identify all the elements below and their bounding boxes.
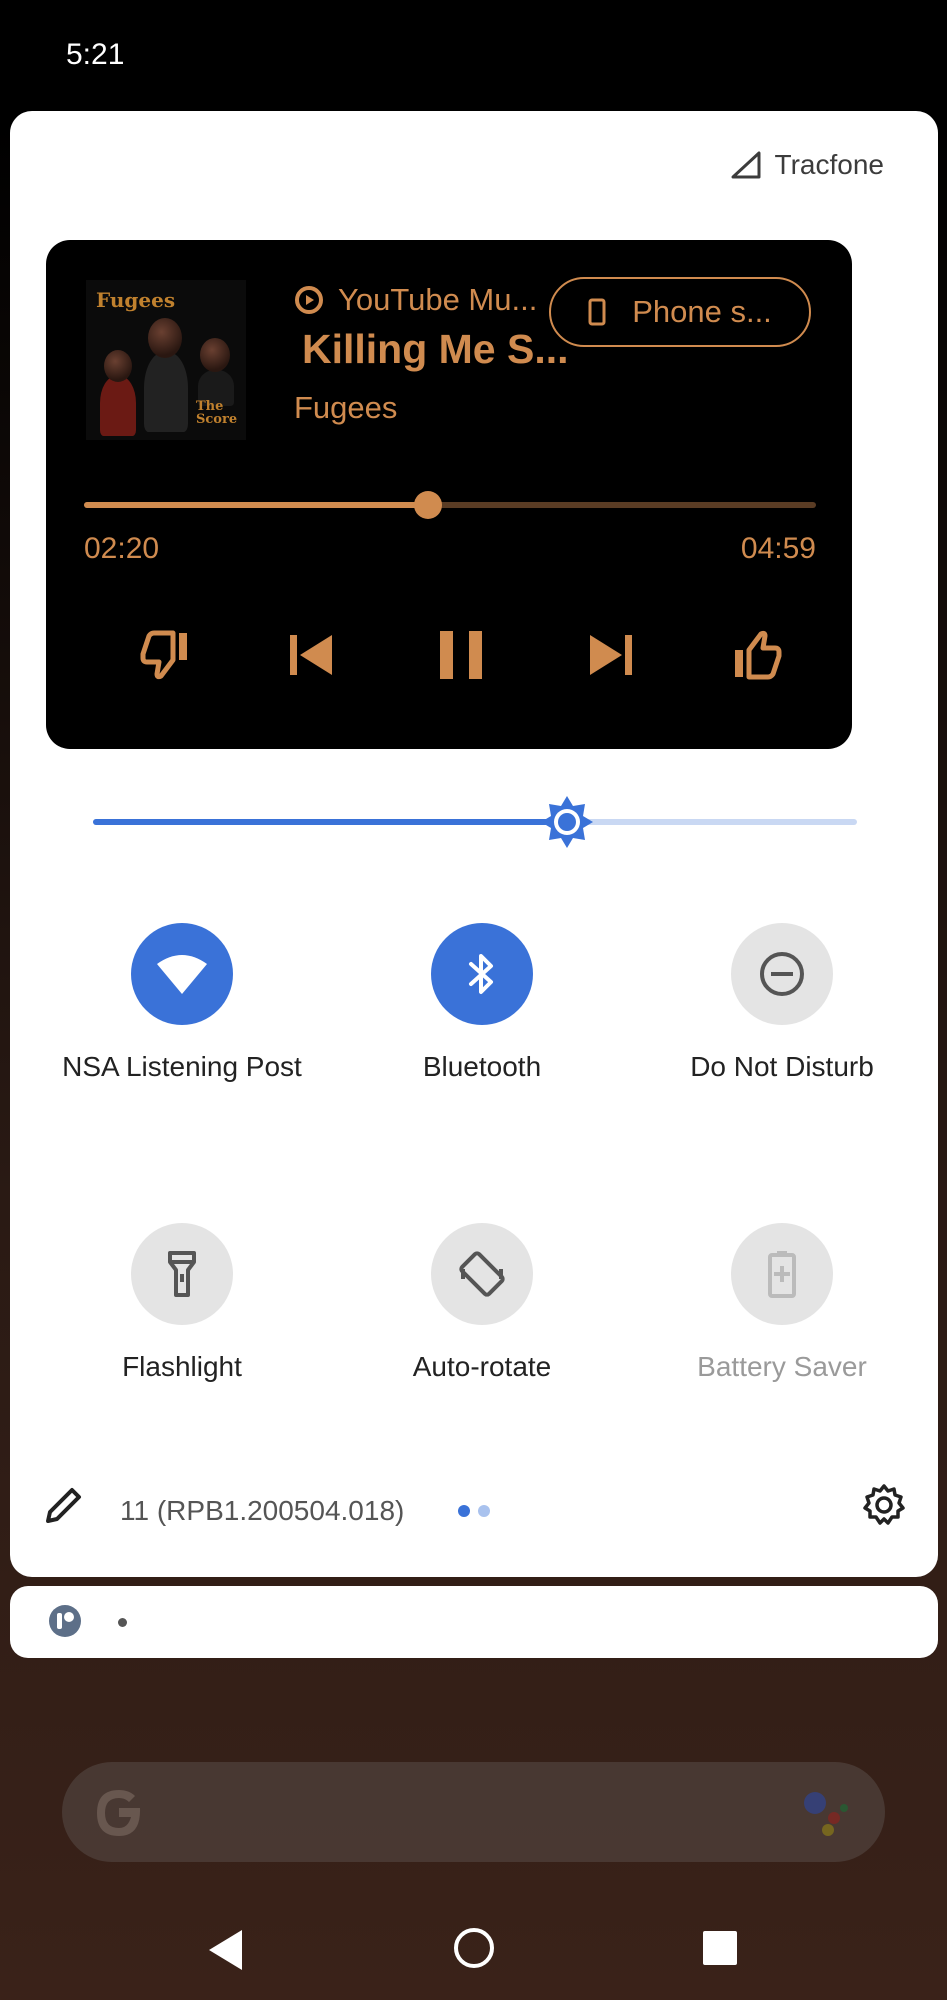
brightness-thumb[interactable] <box>539 794 595 850</box>
back-icon[interactable] <box>206 1928 246 1972</box>
seek-bar-thumb[interactable] <box>414 491 443 519</box>
thumbs-up-icon <box>735 630 782 680</box>
total-time: 04:59 <box>740 532 816 565</box>
battery-saver-icon <box>768 1251 796 1298</box>
assistant-dot <box>822 1824 834 1836</box>
tile-wifi[interactable]: NSA Listening Post <box>32 923 332 1083</box>
status-bar: 5:21 <box>0 0 947 112</box>
build-number: 11 (RPB1.200504.018) <box>120 1495 405 1526</box>
artist-name: Fugees <box>294 390 398 425</box>
page-dot <box>478 1505 490 1517</box>
wifi-icon <box>157 955 207 994</box>
tile-bluetooth-button[interactable] <box>431 923 533 1025</box>
phone-icon <box>588 298 606 326</box>
album-art-figure <box>104 350 132 382</box>
edit-pencil-icon <box>46 1488 81 1523</box>
album-art-figure <box>100 376 136 436</box>
assistant-dot <box>828 1812 840 1824</box>
signal-icon <box>731 151 761 179</box>
brightness-slider-fill <box>93 819 567 825</box>
tile-auto-rotate-button[interactable] <box>431 1223 533 1325</box>
brightness-icon <box>540 796 593 848</box>
album-art-figure <box>200 338 230 372</box>
quick-settings-footer: 11 (RPB1.200504.018) <box>10 1467 938 1557</box>
app-icon <box>49 1605 81 1637</box>
settings-button[interactable] <box>862 1483 906 1532</box>
seek-bar-progress <box>84 502 429 508</box>
output-device-button[interactable]: Phone s... <box>549 277 811 347</box>
album-art: Fugees The Score <box>86 280 246 440</box>
tile-do-not-disturb-label: Do Not Disturb <box>690 1051 874 1082</box>
tile-battery-saver-button[interactable] <box>731 1223 833 1325</box>
page-dot-active <box>458 1505 470 1517</box>
carrier-indicator: Tracfone <box>731 149 884 181</box>
tile-flashlight[interactable]: Flashlight <box>32 1223 332 1383</box>
flashlight-icon <box>168 1251 196 1297</box>
google-g-icon <box>97 1790 141 1836</box>
auto-rotate-icon <box>459 1251 505 1297</box>
pause-icon <box>440 631 482 679</box>
quick-settings-panel: Tracfone Fugees The Score YouTube Mu... … <box>10 111 938 1577</box>
tile-wifi-button[interactable] <box>131 923 233 1025</box>
media-app-name: YouTube Mu... <box>338 282 538 317</box>
youtube-music-icon <box>295 286 323 314</box>
gear-icon <box>863 1484 905 1525</box>
edit-button[interactable] <box>44 1485 84 1530</box>
next-button[interactable] <box>576 620 646 690</box>
thumbs-down-icon <box>140 630 187 680</box>
thumbs-down-button[interactable] <box>131 620 201 690</box>
pause-button[interactable] <box>426 620 496 690</box>
recents-icon[interactable] <box>702 1930 738 1966</box>
notification-row[interactable] <box>10 1586 938 1658</box>
elapsed-time: 02:20 <box>84 532 160 565</box>
previous-button[interactable] <box>276 620 346 690</box>
navigation-bar <box>0 1896 947 2000</box>
bluetooth-icon <box>469 954 493 994</box>
album-art-figure <box>148 318 182 358</box>
song-title: Killing Me S... <box>302 326 569 372</box>
thumbs-up-button[interactable] <box>721 620 791 690</box>
tile-do-not-disturb-button[interactable] <box>731 923 833 1025</box>
notification-dot <box>118 1618 127 1627</box>
carrier-name: Tracfone <box>774 149 884 180</box>
do-not-disturb-icon <box>760 952 804 996</box>
page-indicator <box>458 1505 490 1517</box>
tile-bluetooth-label: Bluetooth <box>422 1051 542 1082</box>
google-search-bar[interactable] <box>62 1762 885 1862</box>
tile-wifi-label: NSA Listening Post <box>62 1051 302 1082</box>
tile-do-not-disturb[interactable]: Do Not Disturb <box>632 923 932 1083</box>
album-art-title: Fugees <box>96 288 176 312</box>
output-device-label: Phone s... <box>632 294 772 329</box>
tile-battery-saver-label: Battery Saver <box>697 1351 867 1382</box>
status-time: 5:21 <box>66 38 125 71</box>
tile-auto-rotate-label: Auto-rotate <box>412 1351 552 1382</box>
tile-bluetooth[interactable]: Bluetooth <box>332 923 632 1083</box>
brightness-slider[interactable] <box>93 796 857 848</box>
assistant-dots-icon[interactable] <box>802 1788 852 1838</box>
assistant-dot <box>840 1804 848 1812</box>
media-app-row: YouTube Mu... <box>294 282 537 318</box>
assistant-dot <box>804 1792 826 1814</box>
previous-icon <box>290 635 332 675</box>
album-art-subtitle: The Score <box>196 399 238 427</box>
next-icon <box>590 635 632 675</box>
tile-battery-saver[interactable]: Battery Saver <box>632 1223 932 1383</box>
seek-bar[interactable] <box>84 491 816 519</box>
media-player-card[interactable]: Fugees The Score YouTube Mu... Killing M… <box>46 240 852 749</box>
tile-flashlight-label: Flashlight <box>122 1351 242 1382</box>
tile-flashlight-button[interactable] <box>131 1223 233 1325</box>
tile-auto-rotate[interactable]: Auto-rotate <box>332 1223 632 1383</box>
home-icon[interactable] <box>452 1926 496 1970</box>
album-art-figure <box>144 352 188 432</box>
